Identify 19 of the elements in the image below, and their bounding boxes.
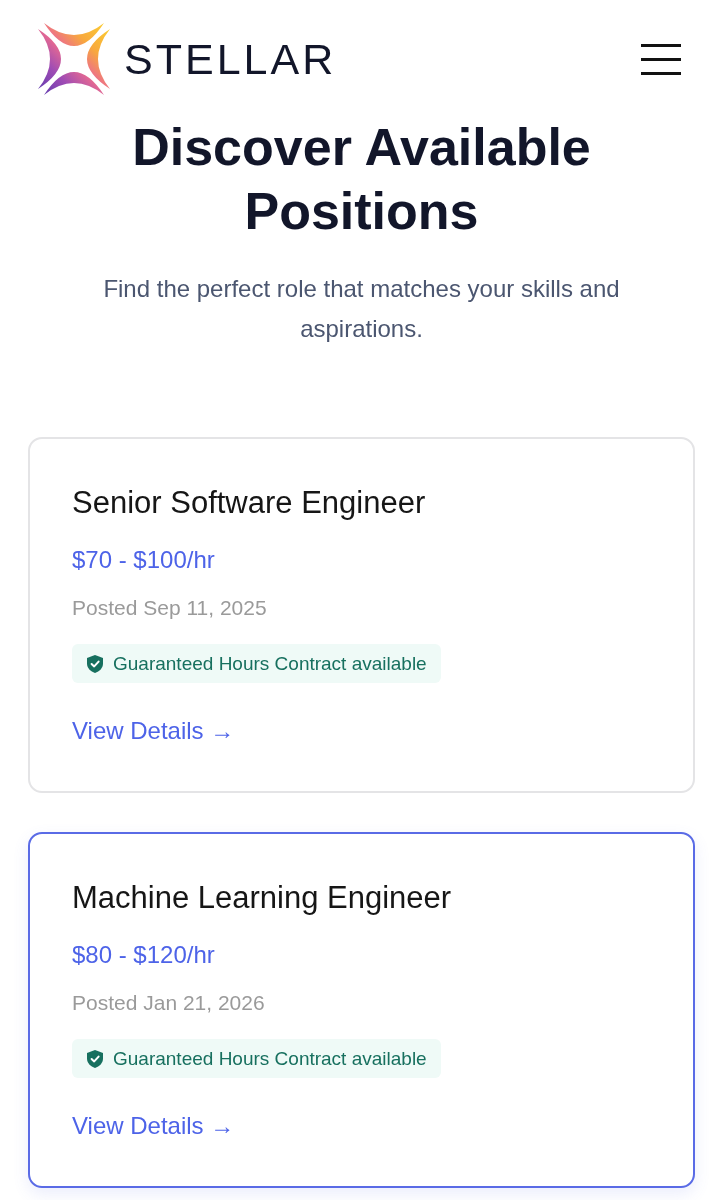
brand-name: STELLAR	[124, 34, 337, 84]
job-title: Machine Learning Engineer	[72, 879, 453, 917]
shield-check-icon	[87, 654, 103, 673]
job-card[interactable]: Senior Software Engineer $70 - $100/hr Posted Sep 11, 2025 Guaranteed Hours Contract available View Details →	[28, 437, 695, 793]
pay-range: $80 - $120/hr	[72, 940, 216, 970]
pay-range: $70 - $100/hr	[72, 545, 216, 575]
page-title: Discover Available Positions	[131, 117, 592, 242]
page-subtitle: Find the perfect role that matches your skills and aspirations.	[102, 274, 621, 344]
view-details-link[interactable]: View Details →	[72, 1110, 235, 1142]
job-card[interactable]: Machine Learning Engineer $80 - $120/hr Posted Jan 21, 2026 Guaranteed Hours Contract available View Details →	[28, 832, 695, 1188]
view-details-link[interactable]: View Details →	[72, 715, 235, 747]
badge-text: Guaranteed Hours Contract available	[113, 1046, 427, 1071]
badge-text: Guaranteed Hours Contract available	[113, 651, 427, 676]
shield-check-icon	[87, 1049, 103, 1068]
job-title: Senior Software Engineer	[72, 484, 427, 522]
posted-date: Posted Sep 11, 2025	[72, 595, 268, 621]
menu-icon[interactable]	[641, 44, 681, 75]
star-logo-icon	[38, 23, 110, 95]
posted-date: Posted Jan 21, 2026	[72, 990, 266, 1016]
